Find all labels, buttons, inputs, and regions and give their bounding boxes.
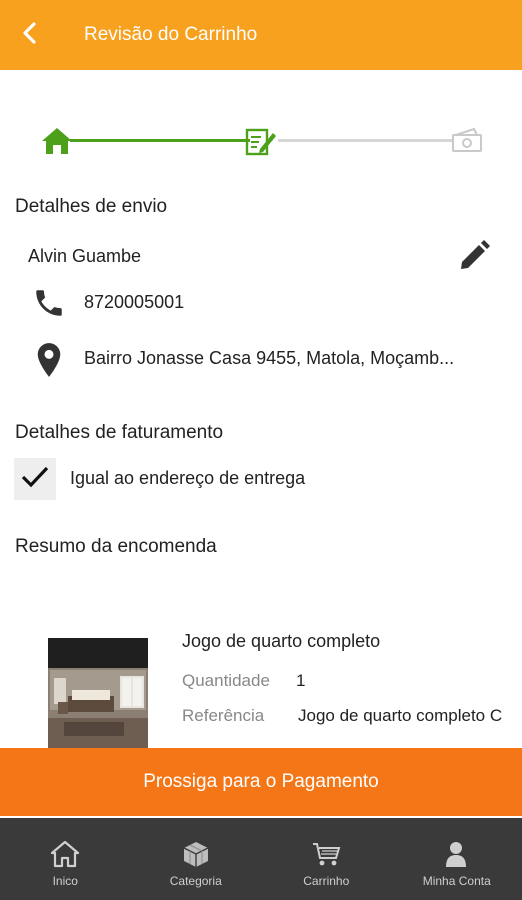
- same-as-shipping-label: Igual ao endereço de entrega: [70, 468, 306, 488]
- nav-label-category: Categoria: [169, 874, 222, 888]
- nav-label-cart: Carrinho: [303, 874, 350, 888]
- app-bar: Revisão do Carrinho: [0, 0, 522, 70]
- summary-section-title: Resumo da encomenda: [15, 536, 217, 557]
- stepper-line-done: [70, 139, 250, 142]
- shipping-address: Bairro Jonasse Casa 9455, Matola, Moçamb…: [84, 348, 455, 368]
- reference-value: Jogo de quarto completo C: [298, 706, 503, 725]
- billing-section-title: Detalhes de faturamento: [15, 422, 224, 443]
- pencil-icon: [457, 239, 491, 278]
- nav-label-home: Inico: [52, 874, 78, 888]
- bottom-nav: Inico Categoria Carrinho Minha Conta: [0, 818, 522, 900]
- page-title: Revisão do Carrinho: [84, 24, 258, 45]
- proceed-to-payment-label: Prossiga para o Pagamento: [143, 771, 379, 792]
- back-button[interactable]: [0, 0, 60, 70]
- checkout-stepper: [0, 118, 522, 162]
- proceed-to-payment-button[interactable]: Prossiga para o Pagamento: [0, 748, 522, 816]
- quantity-value: 1: [296, 671, 306, 690]
- shipping-section-title: Detalhes de envio: [15, 196, 168, 217]
- product-name: Jogo de quarto completo: [182, 631, 381, 651]
- money-icon: [450, 124, 484, 158]
- reference-label: Referência: [182, 706, 265, 725]
- home-icon: [50, 840, 80, 868]
- user-icon: [442, 840, 472, 868]
- home-icon: [40, 124, 74, 158]
- cart-icon: [311, 840, 341, 868]
- edit-shipping-button[interactable]: [454, 239, 494, 278]
- nav-item-account[interactable]: Minha Conta: [392, 818, 522, 900]
- checkmark-icon: [20, 464, 50, 495]
- stepper-line-pending: [278, 139, 454, 142]
- recipient-name: Alvin Guambe: [28, 246, 142, 266]
- nav-item-cart[interactable]: Carrinho: [261, 818, 392, 900]
- nav-item-home[interactable]: Inico: [0, 818, 131, 900]
- quantity-label: Quantidade: [182, 671, 270, 690]
- category-cube-icon: [181, 840, 211, 868]
- chevron-left-icon: [20, 21, 40, 49]
- nav-item-category[interactable]: Categoria: [131, 818, 262, 900]
- nav-label-account: Minha Conta: [422, 874, 491, 888]
- same-as-shipping-checkbox[interactable]: [14, 458, 56, 500]
- product-image: [48, 638, 148, 748]
- location-pin-icon: [30, 340, 68, 380]
- phone-number: 8720005001: [84, 292, 185, 312]
- phone-icon: [30, 284, 68, 322]
- edit-form-icon: [244, 124, 278, 158]
